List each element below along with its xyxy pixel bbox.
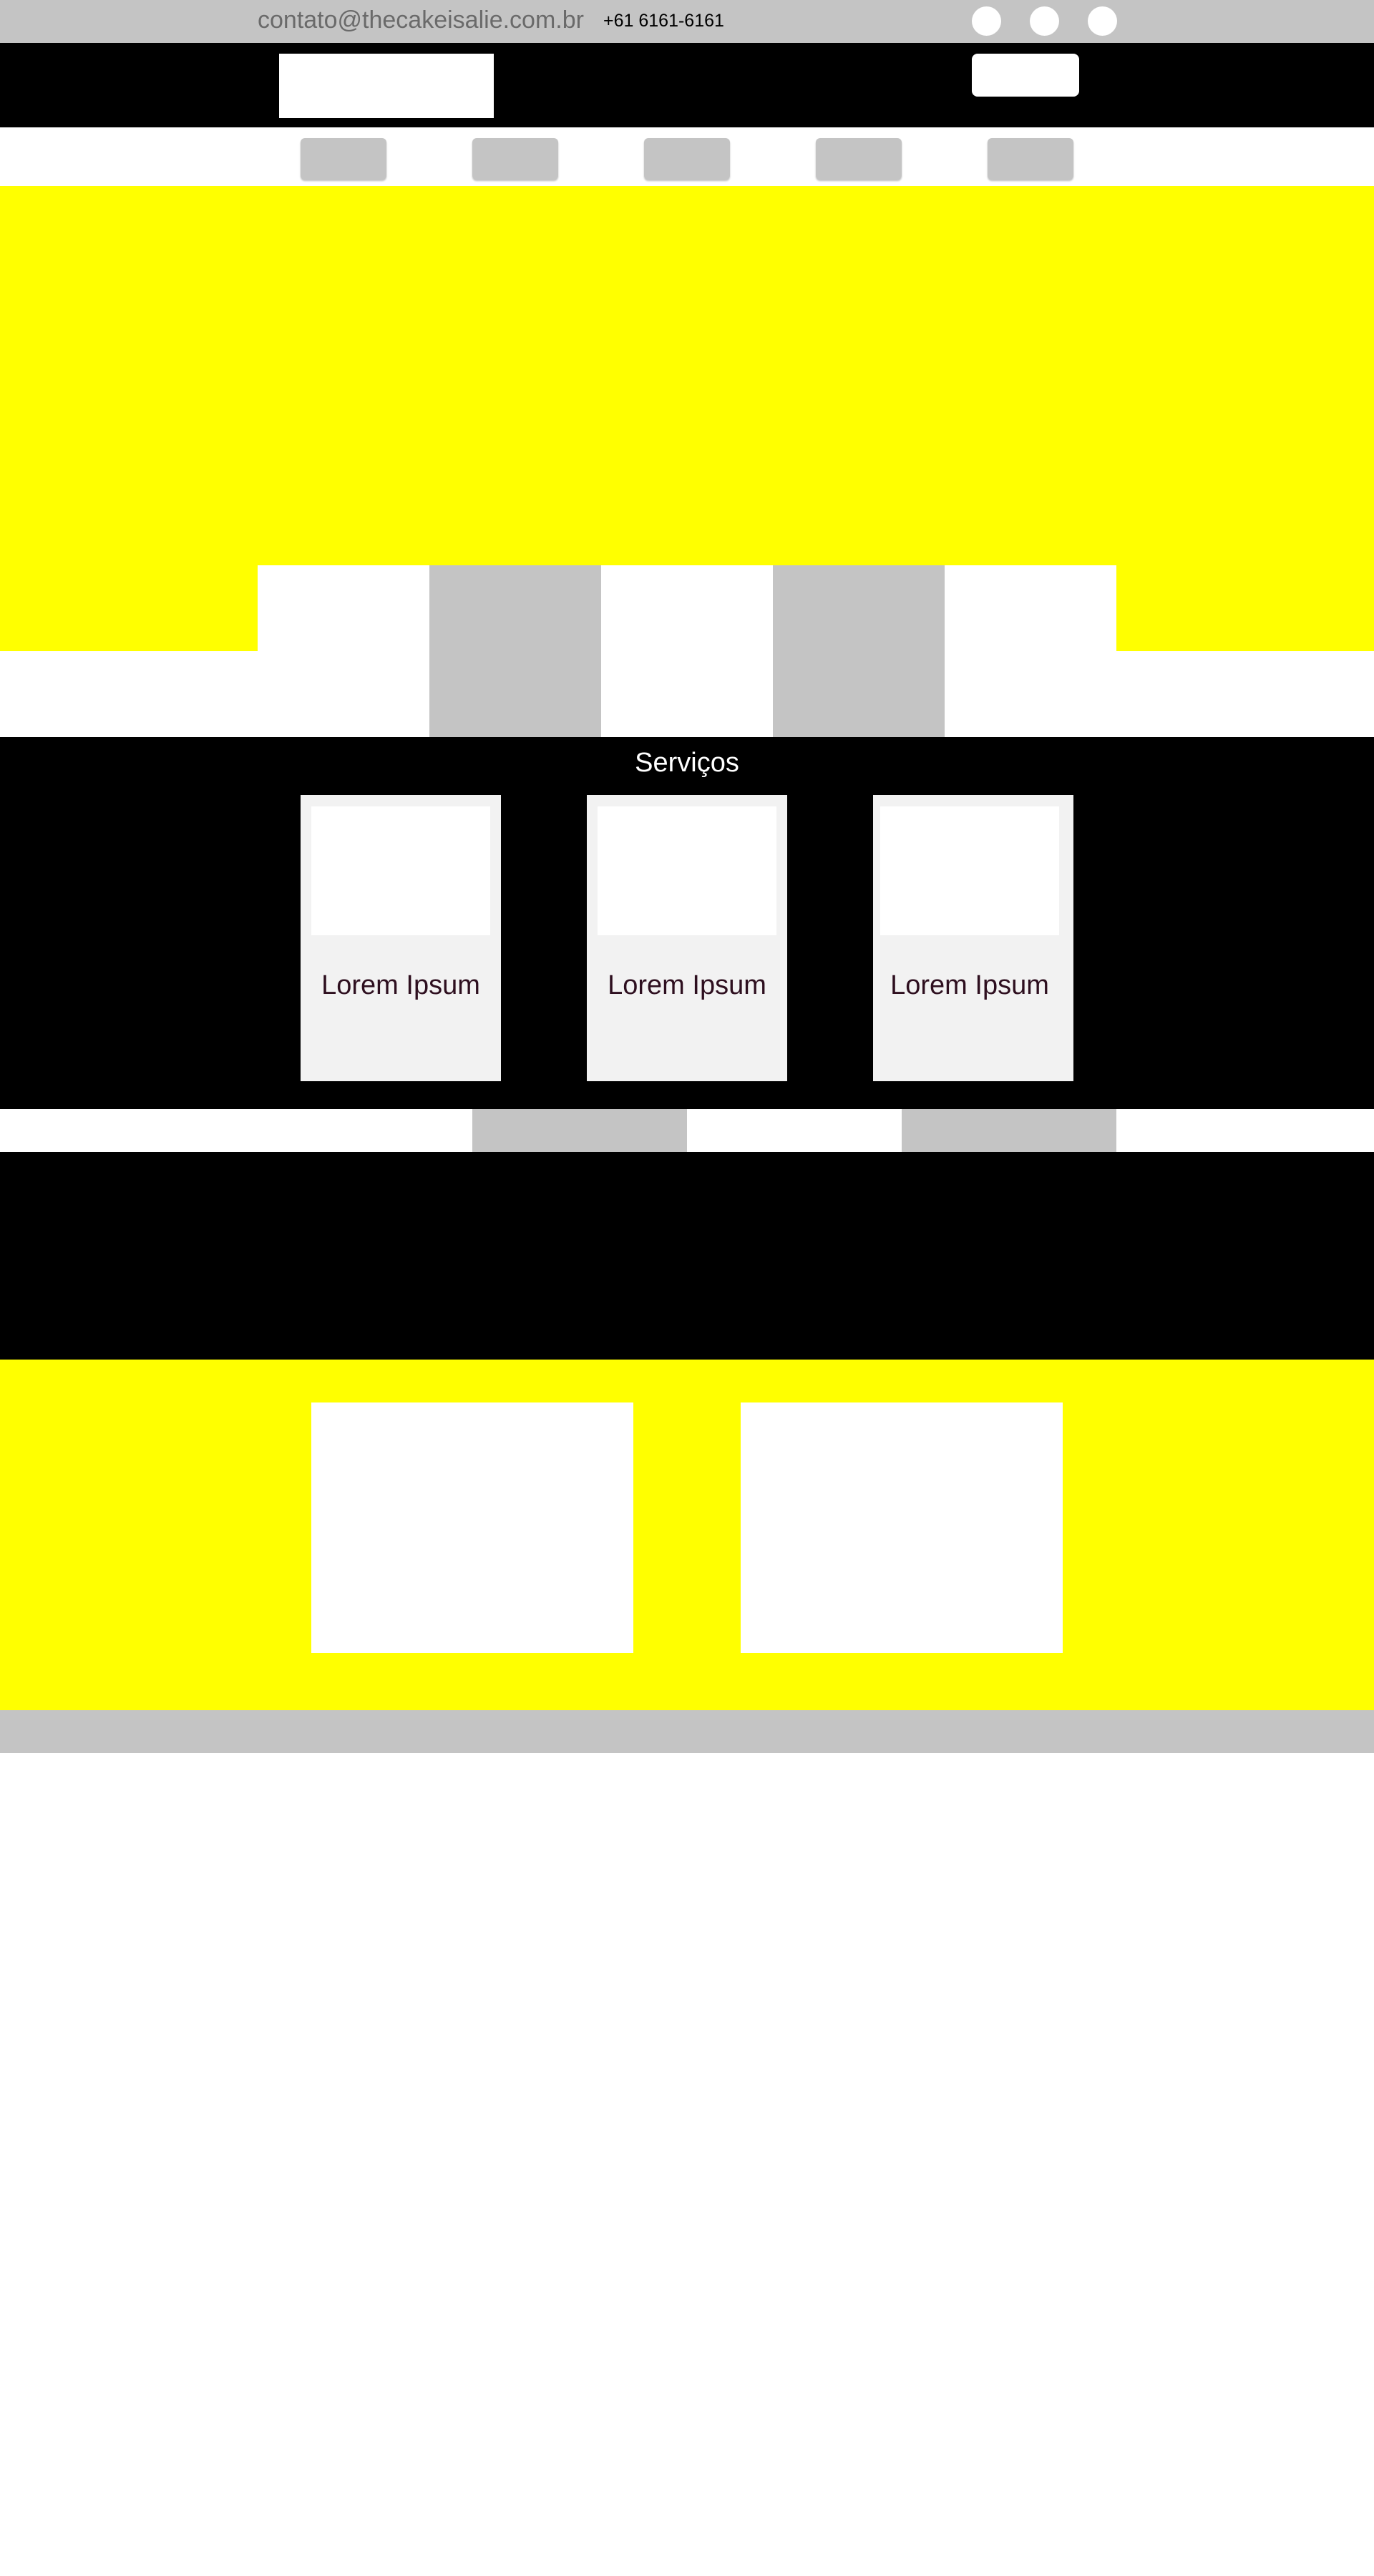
nav-item-5[interactable] — [988, 138, 1073, 180]
service-card-label-1: Lorem Ipsum — [321, 970, 480, 1000]
service-card-label-3: Lorem Ipsum — [890, 970, 1049, 1000]
nav-item-2[interactable] — [472, 138, 558, 180]
service-card-image-1 — [311, 806, 490, 935]
social-icon-2[interactable] — [1030, 6, 1059, 36]
content-box-1 — [311, 1402, 633, 1653]
site-footer — [0, 1710, 1374, 1753]
site-header — [0, 43, 1374, 127]
content-box-2 — [741, 1402, 1063, 1653]
highlight-section — [0, 1360, 1374, 1710]
contact-phone: +61 6161-6161 — [603, 11, 724, 31]
services-title: Serviços — [635, 748, 739, 778]
social-icon-1[interactable] — [972, 6, 1001, 36]
logo-placeholder[interactable] — [279, 54, 494, 118]
feature-block-1 — [429, 565, 601, 737]
section-tab-1[interactable] — [472, 1109, 687, 1152]
contact-email-link[interactable]: contato@thecakeisalie.com.br — [258, 4, 584, 36]
service-card-label-2: Lorem Ipsum — [608, 970, 766, 1000]
social-icon-3[interactable] — [1088, 6, 1117, 36]
feature-strip — [258, 565, 1116, 737]
dark-banner — [0, 1152, 1374, 1360]
feature-block-2 — [773, 565, 945, 737]
service-card-image-2 — [598, 806, 776, 935]
nav-item-4[interactable] — [816, 138, 902, 180]
header-button[interactable] — [972, 54, 1079, 97]
nav-item-1[interactable] — [301, 138, 386, 180]
page: contato@thecakeisalie.com.br +61 6161-61… — [0, 0, 1374, 2576]
service-card-image-3 — [880, 806, 1059, 935]
section-tab-2[interactable] — [902, 1109, 1116, 1152]
nav-item-3[interactable] — [644, 138, 730, 180]
